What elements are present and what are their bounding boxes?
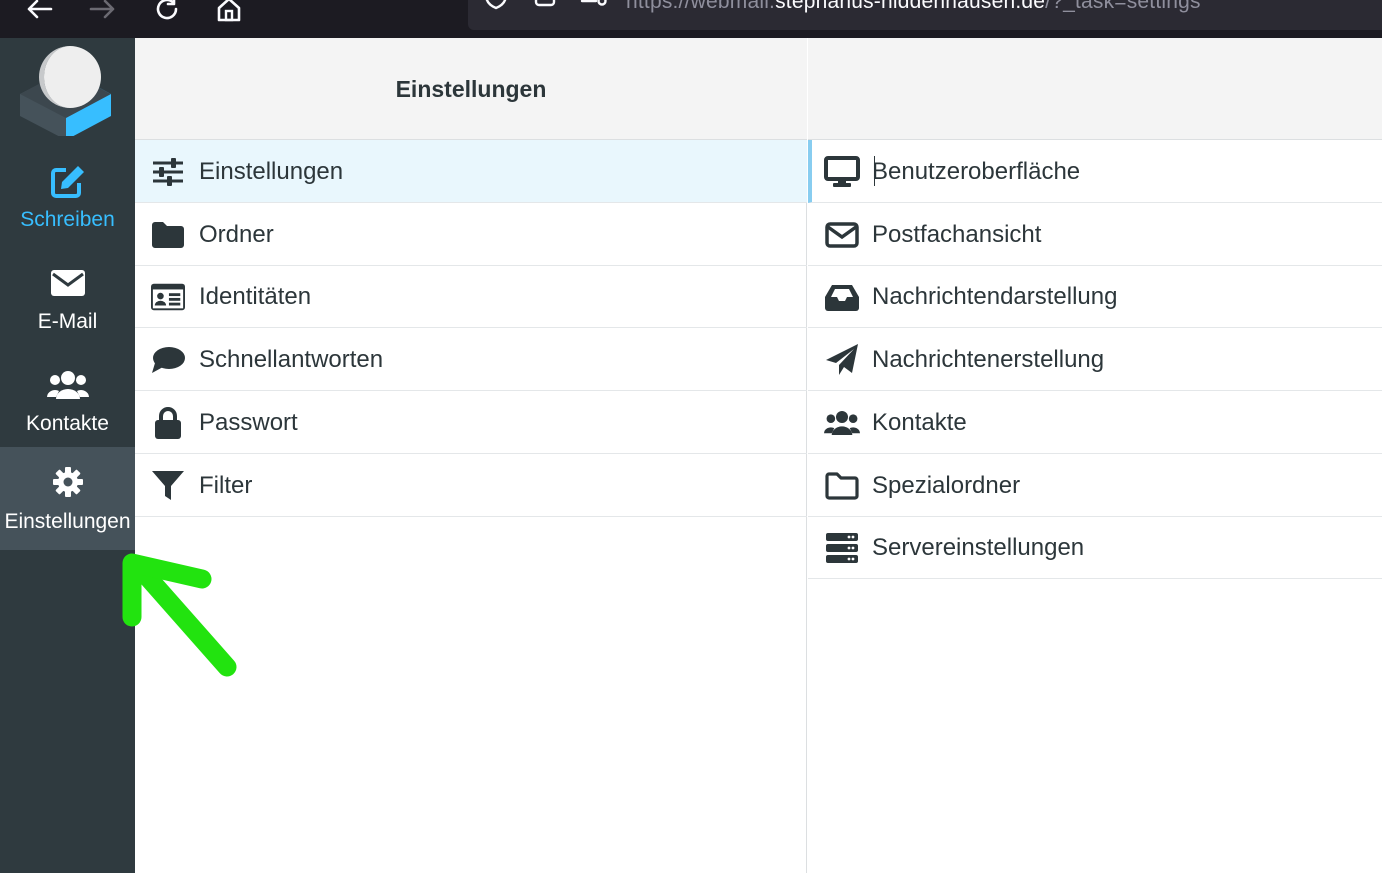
paper-plane-icon — [824, 343, 860, 377]
back-arrow-icon[interactable] — [24, 0, 54, 24]
settings-item-label: Schnellantworten — [199, 346, 384, 373]
url-text[interactable]: https://webmail.stephanus-hiddenhausen.d… — [626, 0, 1201, 14]
forward-arrow-icon[interactable] — [88, 0, 118, 24]
envelope-outline-icon — [824, 218, 860, 252]
compose-icon — [0, 164, 135, 198]
settings-item-label: Filter — [199, 472, 253, 499]
users-icon — [0, 368, 135, 402]
task-mail[interactable]: E-Mail — [0, 248, 135, 350]
settings-item-responses[interactable]: Schnellantworten — [135, 328, 807, 391]
url-prefix: https://webmail. — [626, 0, 776, 13]
settings-item-filter[interactable]: Filter — [135, 454, 807, 517]
settings-item-label: Einstellungen — [199, 158, 344, 185]
section-item-label: Servereinstellungen — [872, 534, 1085, 561]
settings-item-label: Ordner — [199, 221, 274, 248]
gear-icon — [0, 465, 135, 499]
section-item-label: Benutzeroberfläche — [872, 158, 1081, 185]
section-item-general[interactable]: Benutzeroberfläche — [808, 140, 1382, 203]
permissions-icon[interactable] — [580, 0, 608, 10]
folder-icon — [151, 218, 185, 252]
task-mail-label: E-Mail — [37, 310, 98, 333]
browser-toolbar: https://webmail.stephanus-hiddenhausen.d… — [0, 0, 1382, 38]
sliders-icon — [151, 155, 185, 189]
filter-icon — [151, 469, 185, 503]
monitor-icon — [824, 155, 860, 189]
settings-item-folders[interactable]: Ordner — [135, 203, 807, 266]
settings-item-identities[interactable]: Identitäten — [135, 265, 807, 328]
task-compose-label: Schreiben — [20, 208, 115, 231]
task-contacts-label: Kontakte — [26, 412, 109, 435]
envelope-icon — [0, 266, 135, 300]
settings-item-preferences[interactable]: Einstellungen — [135, 140, 807, 203]
settings-list-panel: Einstellungen Einstellungen Ordner Ident… — [135, 38, 807, 873]
roundcube-logo[interactable] — [18, 44, 114, 140]
reload-icon[interactable] — [152, 0, 182, 24]
task-compose[interactable]: Schreiben — [0, 146, 135, 248]
lock-icon — [151, 406, 185, 440]
section-item-label: Kontakte — [872, 409, 967, 436]
settings-item-password[interactable]: Passwort — [135, 391, 807, 454]
section-item-mailview[interactable]: Nachrichtendarstellung — [808, 265, 1382, 328]
users-icon — [824, 406, 860, 440]
section-item-mailbox[interactable]: Postfachansicht — [808, 203, 1382, 266]
preferences-sections-panel: Benutzeroberfläche Postfachansicht Nachr… — [808, 38, 1382, 873]
task-settings[interactable]: Einstellungen — [0, 447, 135, 550]
settings-header: Einstellungen — [135, 38, 807, 140]
page-title: Einstellungen — [395, 76, 547, 102]
section-item-label: Spezialordner — [872, 472, 1021, 499]
section-item-addressbook[interactable]: Kontakte — [808, 391, 1382, 454]
sections-header — [808, 38, 1382, 140]
server-icon — [824, 531, 860, 565]
speech-bubble-icon — [151, 343, 185, 377]
section-item-folders[interactable]: Spezialordner — [808, 454, 1382, 517]
task-menu: Schreiben E-Mail Kontakte Einstellungen — [0, 38, 135, 873]
section-item-label: Postfachansicht — [872, 221, 1042, 248]
folder-outline-icon — [824, 469, 860, 503]
url-suffix: /?_task=settings — [1045, 0, 1201, 13]
section-item-label: Nachrichtendarstellung — [872, 283, 1118, 310]
section-item-server[interactable]: Servereinstellungen — [808, 516, 1382, 579]
id-card-icon — [151, 280, 185, 314]
task-settings-label: Einstellungen — [4, 510, 131, 533]
settings-item-label: Identitäten — [199, 283, 312, 310]
home-icon[interactable] — [214, 0, 244, 24]
tab-icon[interactable] — [531, 0, 559, 10]
shield-icon[interactable] — [482, 0, 510, 10]
url-domain: stephanus-hiddenhausen.de — [775, 0, 1046, 13]
section-item-compose[interactable]: Nachrichtenerstellung — [808, 328, 1382, 391]
section-item-label: Nachrichtenerstellung — [872, 346, 1105, 373]
inbox-icon — [824, 280, 860, 314]
task-contacts[interactable]: Kontakte — [0, 350, 135, 452]
settings-item-label: Passwort — [199, 409, 298, 436]
annotation-arrow — [110, 545, 250, 690]
